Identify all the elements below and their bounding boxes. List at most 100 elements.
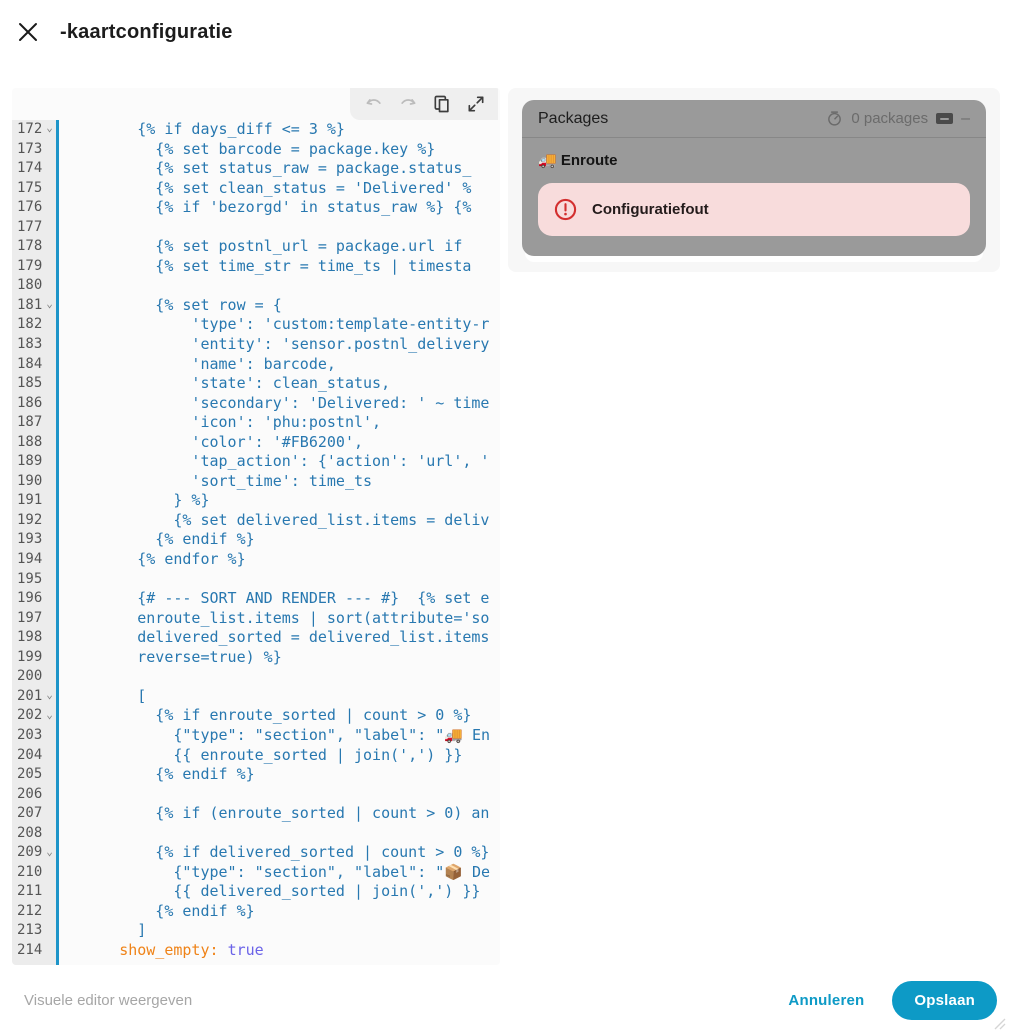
gutter-line: 177 [17,218,43,235]
error-alert-icon [554,198,577,221]
gutter-line: 176 [17,199,43,216]
code-line: show_empty: true [119,940,264,959]
gutter-line: 188 [17,433,43,450]
fold-chevron-icon[interactable]: ⌄ [46,842,53,862]
gutter-line: 206 [17,785,43,802]
gutter-line: 196 [17,590,43,607]
dialog-footer: Visuele editor weergeven Annuleren Opsla… [0,967,1009,1033]
code-line: [ [65,686,147,705]
gutter-line: 209 ⌄ [12,843,56,863]
editor-code[interactable]: {% if days_diff <= 3 %} {% set barcode =… [59,120,500,965]
resize-handle-icon[interactable] [994,1018,1006,1030]
config-error-banner: Configuratiefout [538,183,970,236]
cancel-button[interactable]: Annuleren [788,992,864,1009]
code-line: delivered_sorted = delivered_list.items [65,628,490,647]
code-line: 'entity': 'sensor.postnl_delivery [65,335,490,354]
gutter-line: 181 ⌄ [12,296,56,316]
code-line: {% endif %} [65,765,255,784]
editor-toolbar [350,88,498,120]
fold-chevron-icon[interactable]: ⌄ [46,685,53,705]
code-line: 'type': 'custom:template-entity-r [65,315,490,334]
code-line: 'icon': 'phu:postnl', [65,413,382,432]
gutter-line: 183 [17,336,43,353]
gutter-line: 193 [17,531,43,548]
card-preview-panel: Packages 0 packages – 🚚 Enroute Configur… [508,88,1000,272]
gutter-line: 210 [17,863,43,880]
code-line: 'name': barcode, [65,354,336,373]
gutter-line: 211 [17,883,43,900]
code-line: {{ enroute_sorted | join(',') }} [65,745,463,764]
config-error-text: Configuratiefout [592,201,709,218]
code-line: {% if (enroute_sorted | count > 0) an [65,804,490,823]
yaml-editor: 172 ⌄ 173 174 175 176 177 178 179 180 181 ⌄ 182 183 18… [12,88,500,965]
gutter-line: 200 [17,668,43,685]
code-line: {% if enroute_sorted | count > 0 %} [65,706,472,725]
fold-chevron-icon[interactable]: ⌄ [46,118,53,138]
code-line: {% set row = { [65,295,282,314]
gutter-line: 199 [17,648,43,665]
gutter-line: 179 [17,257,43,274]
save-button[interactable]: Opslaan [892,980,997,1020]
code-line: {% set status_raw = package.status_ [65,159,472,178]
collapse-minus-icon[interactable]: – [961,110,970,127]
card-stack: Packages 0 packages – 🚚 Enroute Configur… [522,100,986,262]
code-line: {# --- SORT AND RENDER --- #} {% set e [65,589,490,608]
packages-card: Packages 0 packages – 🚚 Enroute Configur… [522,100,986,256]
gutter-line: 190 [17,472,43,489]
gutter-line: 180 [17,277,43,294]
gutter-line: 187 [17,414,43,431]
fold-chevron-icon[interactable]: ⌄ [46,705,53,725]
code-line: } %} [65,491,210,510]
code-line: ] [65,921,147,940]
editor-gutter: 172 ⌄ 173 174 175 176 177 178 179 180 181 ⌄ 182 183 18… [12,120,56,965]
gutter-line: 174 [17,160,43,177]
code-line: {% if delivered_sorted | count > 0 %} [65,843,490,862]
fold-chevron-icon[interactable]: ⌄ [46,294,53,314]
gutter-line: 204 [17,746,43,763]
gutter-line: 213 [17,922,43,939]
keyboard-chip-icon[interactable] [936,113,954,124]
gutter-line: 194 [17,551,43,568]
code-line: {{ delivered_sorted | join(',') }} [65,882,481,901]
code-line: {% set barcode = package.key %} [65,139,436,158]
code-line: {% endif %} [65,901,255,920]
gutter-line: 205 [17,766,43,783]
code-line: {% endif %} [65,530,255,549]
code-line: {% set time_str = time_ts | timesta [65,256,472,275]
code-line: {% set clean_status = 'Delivered' % [65,178,472,197]
gutter-line: 195 [17,570,43,587]
gutter-line: 191 [17,492,43,509]
code-line: {"type": "section", "label": "🚚 En [65,725,491,744]
codemirror: 172 ⌄ 173 174 175 176 177 178 179 180 181 ⌄ 182 183 18… [12,120,500,965]
code-line: {% set postnl_url = package.url if [65,237,472,256]
close-icon[interactable] [14,18,42,46]
dialog-header: -kaartconfiguratie [0,0,1009,64]
package-count-label: 0 packages [851,110,929,127]
code-line: 'color': '#FB6200', [65,432,364,451]
gutter-line: 201 ⌄ [12,687,56,707]
gutter-line: 202 ⌄ [12,706,56,726]
gutter-line: 198 [17,629,43,646]
code-line: reverse=true) %} [65,647,282,666]
show-visual-editor-button[interactable]: Visuele editor weergeven [24,992,192,1009]
gutter-line: 208 [17,824,43,841]
gutter-line: 192 [17,511,43,528]
packages-card-title: Packages [538,109,609,127]
copy-icon[interactable] [430,92,454,116]
packages-card-header: Packages 0 packages – [522,100,986,138]
package-count-icon [828,111,842,126]
undo-icon[interactable] [362,92,386,116]
gutter-line: 197 [17,609,43,626]
code-line: {% endfor %} [65,550,246,569]
gutter-line: 172 ⌄ [12,120,56,140]
fullscreen-icon[interactable] [464,92,488,116]
redo-icon[interactable] [396,92,420,116]
code-line: 'secondary': 'Delivered: ' ~ time [65,393,490,412]
code-line: 'tap_action': {'action': 'url', ' [65,452,490,471]
gutter-line: 175 [17,179,43,196]
code-line: {% if 'bezorgd' in status_raw %} {% [65,198,472,217]
dialog-title: -kaartconfiguratie [60,20,233,43]
